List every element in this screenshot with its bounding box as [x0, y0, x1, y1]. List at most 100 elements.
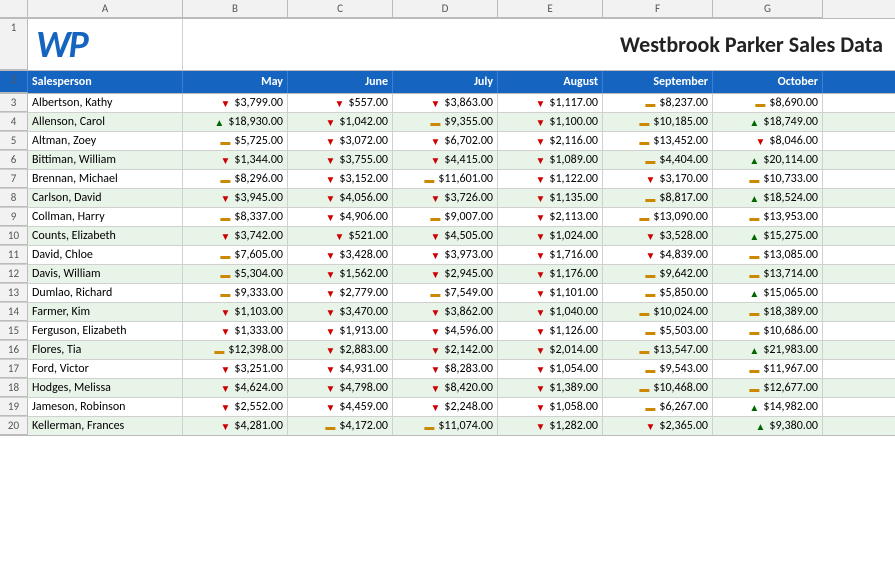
cell-value: $7,549.00 — [444, 286, 493, 300]
logo-cell: WP — [28, 19, 183, 70]
trend-down-icon: ▼ — [428, 192, 442, 205]
trend-down-icon: ▼ — [218, 401, 232, 414]
cell-september: ▬ $8,237.00 — [603, 94, 713, 112]
cell-value: $4,281.00 — [234, 419, 283, 433]
cell-value: $1,282.00 — [549, 419, 598, 433]
cell-june: ▼ $3,072.00 — [288, 132, 393, 150]
cell-may: ▼ $3,799.00 — [183, 94, 288, 112]
cell-value: $8,690.00 — [769, 96, 818, 110]
cell-may: ▬ $9,333.00 — [183, 284, 288, 302]
cell-september: ▬ $5,850.00 — [603, 284, 713, 302]
col-header-july: July — [393, 71, 498, 93]
cell-value: $13,452.00 — [653, 134, 708, 148]
data-rows: 3 Albertson, Kathy ▼ $3,799.00 ▼ $557.00… — [0, 94, 895, 436]
cell-value: $5,725.00 — [234, 134, 283, 148]
cell-value: $9,355.00 — [444, 115, 493, 129]
cell-september: ▼ $3,170.00 — [603, 170, 713, 188]
cell-october: ▼ $8,046.00 — [713, 132, 823, 150]
cell-value: $8,046.00 — [769, 134, 818, 148]
cell-value: $4,906.00 — [339, 210, 388, 224]
salesperson-name: Brennan, Michael — [28, 170, 183, 188]
cell-july: ▬ $11,074.00 — [393, 417, 498, 435]
cell-value: $4,839.00 — [659, 248, 708, 262]
trend-flat-icon: ▬ — [747, 268, 761, 281]
trend-down-icon: ▼ — [218, 192, 232, 205]
cell-june: ▼ $4,459.00 — [288, 398, 393, 416]
cell-june: ▼ $557.00 — [288, 94, 393, 112]
trend-up-icon: ▲ — [747, 287, 761, 300]
trend-down-icon: ▼ — [332, 97, 346, 110]
trend-down-icon: ▼ — [428, 382, 442, 395]
cell-value: $6,267.00 — [659, 400, 708, 414]
trend-down-icon: ▼ — [323, 116, 337, 129]
cell-september: ▼ $3,528.00 — [603, 227, 713, 245]
trend-down-icon: ▼ — [323, 135, 337, 148]
cell-october: ▲ $14,982.00 — [713, 398, 823, 416]
col-header-may: May — [183, 71, 288, 93]
trend-down-icon: ▼ — [323, 192, 337, 205]
salesperson-name: Jameson, Robinson — [28, 398, 183, 416]
col-letter-c: C — [288, 0, 393, 18]
table-row: 14 Farmer, Kim ▼ $1,103.00 ▼ $3,470.00 ▼… — [0, 303, 895, 322]
salesperson-name: Farmer, Kim — [28, 303, 183, 321]
trend-flat-icon: ▬ — [422, 420, 436, 433]
trend-down-icon: ▼ — [753, 135, 767, 148]
cell-value: $3,170.00 — [659, 172, 708, 186]
row-num-2: 2 — [0, 71, 28, 93]
trend-flat-icon: ▬ — [218, 287, 232, 300]
table-row: 18 Hodges, Melissa ▼ $4,624.00 ▼ $4,798.… — [0, 379, 895, 398]
cell-value: $18,749.00 — [763, 115, 818, 129]
cell-july: ▼ $4,596.00 — [393, 322, 498, 340]
cell-june: ▼ $4,798.00 — [288, 379, 393, 397]
trend-down-icon: ▼ — [428, 230, 442, 243]
cell-value: $4,798.00 — [339, 381, 388, 395]
cell-value: $1,176.00 — [549, 267, 598, 281]
cell-value: $1,103.00 — [234, 305, 283, 319]
trend-down-icon: ▼ — [218, 306, 232, 319]
cell-august: ▼ $1,716.00 — [498, 246, 603, 264]
trend-down-icon: ▼ — [218, 97, 232, 110]
trend-up-icon: ▲ — [747, 401, 761, 414]
trend-up-icon: ▲ — [212, 116, 226, 129]
cell-may: ▼ $4,624.00 — [183, 379, 288, 397]
trend-flat-icon: ▬ — [637, 116, 651, 129]
trend-down-icon: ▼ — [643, 420, 657, 433]
cell-value: $4,505.00 — [444, 229, 493, 243]
cell-may: ▬ $8,337.00 — [183, 208, 288, 226]
cell-value: $4,415.00 — [444, 153, 493, 167]
trend-down-icon: ▼ — [533, 401, 547, 414]
cell-may: ▼ $2,552.00 — [183, 398, 288, 416]
table-row: 15 Ferguson, Elizabeth ▼ $1,333.00 ▼ $1,… — [0, 322, 895, 341]
cell-october: ▬ $11,967.00 — [713, 360, 823, 378]
cell-july: ▼ $4,415.00 — [393, 151, 498, 169]
cell-value: $11,074.00 — [438, 419, 493, 433]
cell-july: ▬ $9,007.00 — [393, 208, 498, 226]
trend-flat-icon: ▬ — [218, 173, 232, 186]
cell-august: ▼ $2,014.00 — [498, 341, 603, 359]
trend-down-icon: ▼ — [533, 116, 547, 129]
cell-value: $13,547.00 — [653, 343, 708, 357]
cell-value: $1,040.00 — [549, 305, 598, 319]
cell-june: ▼ $3,152.00 — [288, 170, 393, 188]
trend-down-icon: ▼ — [323, 211, 337, 224]
cell-october: ▬ $10,686.00 — [713, 322, 823, 340]
row-num-cell: 4 — [0, 113, 28, 131]
cell-value: $10,185.00 — [653, 115, 708, 129]
cell-value: $2,552.00 — [234, 400, 283, 414]
cell-october: ▲ $9,380.00 — [713, 417, 823, 435]
trend-down-icon: ▼ — [218, 420, 232, 433]
cell-july: ▼ $8,283.00 — [393, 360, 498, 378]
spreadsheet: A B C D E F G 1 WP Westbrook Parker Sale… — [0, 0, 895, 436]
cell-may: ▬ $12,398.00 — [183, 341, 288, 359]
cell-value: $13,085.00 — [763, 248, 818, 262]
cell-value: $14,982.00 — [763, 400, 818, 414]
trend-down-icon: ▼ — [643, 173, 657, 186]
cell-value: $1,562.00 — [339, 267, 388, 281]
cell-value: $8,296.00 — [234, 172, 283, 186]
trend-down-icon: ▼ — [428, 363, 442, 376]
col-header-august: August — [498, 71, 603, 93]
cell-value: $3,528.00 — [659, 229, 708, 243]
cell-value: $3,470.00 — [339, 305, 388, 319]
cell-may: ▬ $8,296.00 — [183, 170, 288, 188]
salesperson-name: Dumlao, Richard — [28, 284, 183, 302]
